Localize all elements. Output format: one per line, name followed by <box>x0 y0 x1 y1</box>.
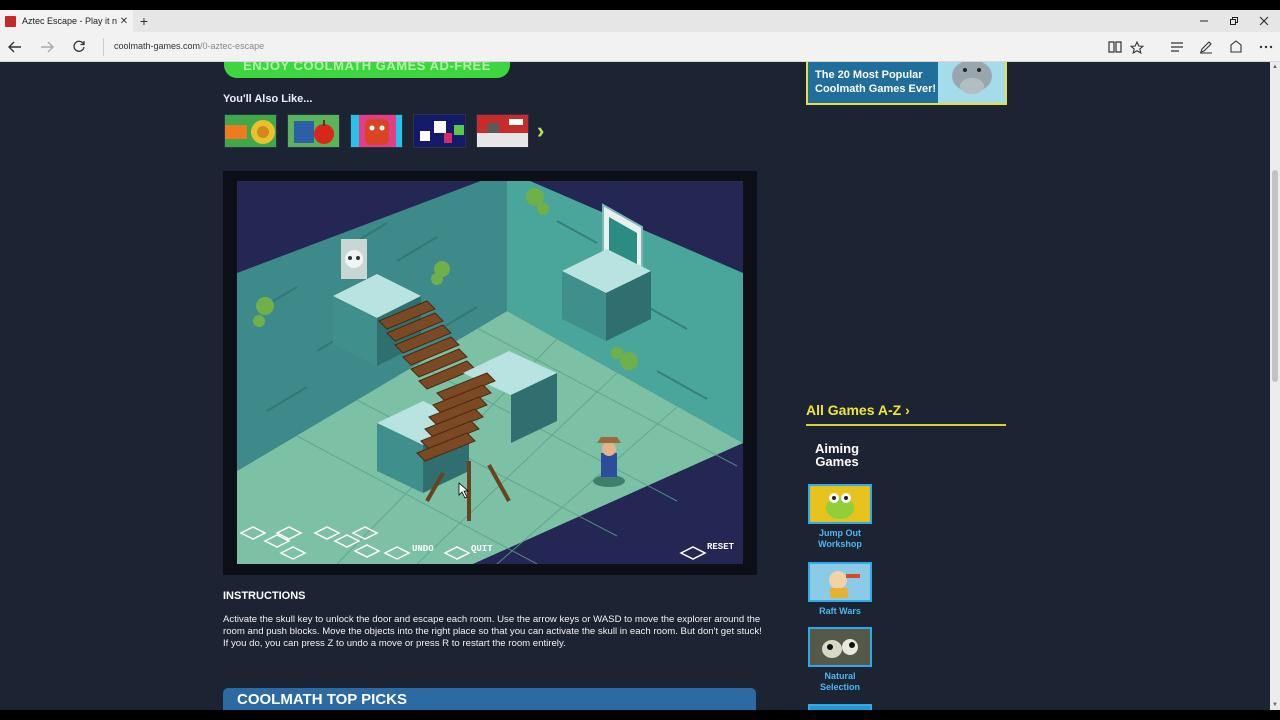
share-button[interactable] <box>1226 38 1246 56</box>
frog-icon <box>826 493 854 519</box>
creature-icon <box>822 639 858 658</box>
share-icon <box>1230 40 1242 53</box>
scroll-down-icon[interactable]: ▼ <box>1272 702 1278 708</box>
reset-label: RESET <box>707 542 735 552</box>
thumb-2-art <box>288 115 339 147</box>
url-path: /0-aztec-escape <box>200 41 265 51</box>
favorite-button[interactable] <box>1127 38 1147 56</box>
adfree-button[interactable]: ENJOY COOLMATH GAMES AD-FREE <box>224 62 510 78</box>
page-content: ENJOY COOLMATH GAMES AD-FREE You'll Also… <box>0 62 1270 710</box>
refresh-icon <box>73 40 85 52</box>
thumb-1-art <box>225 120 275 144</box>
undo-label: UNDO <box>412 544 434 554</box>
page-scrollbar[interactable]: ▲ ▼ <box>1270 62 1280 710</box>
minimize-icon <box>1200 20 1208 22</box>
thumbs-next-arrow-icon[interactable]: › <box>537 118 544 144</box>
tab-close-icon[interactable]: ✕ <box>117 16 131 27</box>
aztec-escape-room-scene: UNDO QUIT RESET <box>237 181 743 564</box>
also-like-thumb-1[interactable] <box>224 114 277 148</box>
tab-active[interactable]: Aztec Escape - Play it no ✕ <box>0 10 133 32</box>
more-button[interactable] <box>1256 38 1276 56</box>
forward-button[interactable] <box>37 38 57 56</box>
window-top-edge <box>0 0 1280 10</box>
coolmath-favicon-icon <box>5 15 16 27</box>
side-game-label: Jump Out Workshop <box>818 528 862 549</box>
scroll-thumb[interactable] <box>1272 170 1278 382</box>
quit-label: QUIT <box>471 544 493 554</box>
back-arrow-icon <box>8 41 21 53</box>
more-icon <box>1259 45 1273 49</box>
star-icon <box>1130 40 1144 54</box>
navigation-bar: coolmath-games.com/0-aztec-escape <box>0 32 1280 62</box>
side-game-label: Natural Selection <box>819 671 860 692</box>
all-games-az-label: All Games A-Z <box>806 402 902 418</box>
side-game-raft-wars[interactable]: Raft Wars <box>808 562 872 617</box>
popular-card-text: The 20 Most Popular Coolmath Games Ever! <box>808 62 938 103</box>
address-separator <box>103 38 104 56</box>
new-tab-button[interactable]: + <box>136 10 152 32</box>
back-button[interactable] <box>5 38 25 56</box>
also-like-thumb-5[interactable] <box>476 114 529 148</box>
hub-icon <box>1171 42 1183 52</box>
thumb-5-art <box>477 119 528 147</box>
pen-icon <box>1200 41 1212 54</box>
address-bar[interactable]: coolmath-games.com/0-aztec-escape <box>114 41 264 51</box>
web-note-button[interactable] <box>1196 38 1216 56</box>
tab-title: Aztec Escape - Play it no <box>22 16 117 26</box>
window-bottom-edge <box>0 710 1280 720</box>
tab-strip: Aztec Escape - Play it no ✕ + <box>0 10 1280 32</box>
book-icon <box>1108 41 1122 53</box>
chevron-right-icon: › <box>905 402 910 418</box>
close-window-button[interactable] <box>1249 10 1279 32</box>
restore-icon <box>1230 17 1238 25</box>
forward-arrow-icon <box>41 41 54 53</box>
also-like-heading: You'll Also Like... <box>223 93 313 105</box>
side-game-jump-out-workshop[interactable]: Jump Out Workshop <box>808 484 872 550</box>
thumb-4-art <box>420 121 464 143</box>
url-domain: coolmath-games.com <box>114 41 201 51</box>
side-game-natural-selection[interactable]: Natural Selection <box>808 627 872 693</box>
side-game-label: Raft Wars <box>819 606 861 616</box>
refresh-button[interactable] <box>69 38 89 56</box>
instructions-text: Activate the skull key to unlock the doo… <box>223 614 762 649</box>
scroll-up-icon[interactable]: ▲ <box>1272 64 1278 70</box>
restore-button[interactable] <box>1219 10 1249 32</box>
category-title: Aiming Games <box>814 441 860 469</box>
also-like-thumb-2[interactable] <box>287 114 340 148</box>
az-divider <box>806 424 1006 426</box>
reading-view-button[interactable] <box>1105 38 1125 56</box>
also-like-thumb-4[interactable] <box>413 114 466 148</box>
side-game-thumb <box>808 484 872 524</box>
popular-games-card[interactable]: The 20 Most Popular Coolmath Games Ever! <box>806 62 1007 105</box>
side-game-thumb <box>808 562 872 602</box>
minimize-button[interactable] <box>1189 10 1219 32</box>
top-picks-header[interactable]: COOLMATH TOP PICKS <box>223 688 756 710</box>
also-like-thumb-3[interactable] <box>350 114 403 148</box>
instructions-title: INSTRUCTIONS <box>223 590 306 602</box>
hub-button[interactable] <box>1167 38 1187 56</box>
thumb-3-art <box>351 115 402 147</box>
also-like-thumbnails: › <box>224 114 544 148</box>
close-icon <box>1259 16 1269 26</box>
hippo-icon <box>952 62 992 94</box>
game-frame: UNDO QUIT RESET <box>223 171 757 575</box>
all-games-az-link[interactable]: All Games A-Z › <box>806 402 910 418</box>
game-canvas[interactable]: UNDO QUIT RESET <box>237 181 743 564</box>
raft-character-icon <box>810 564 870 600</box>
popular-card-art <box>938 62 1005 103</box>
side-game-thumb <box>808 627 872 667</box>
